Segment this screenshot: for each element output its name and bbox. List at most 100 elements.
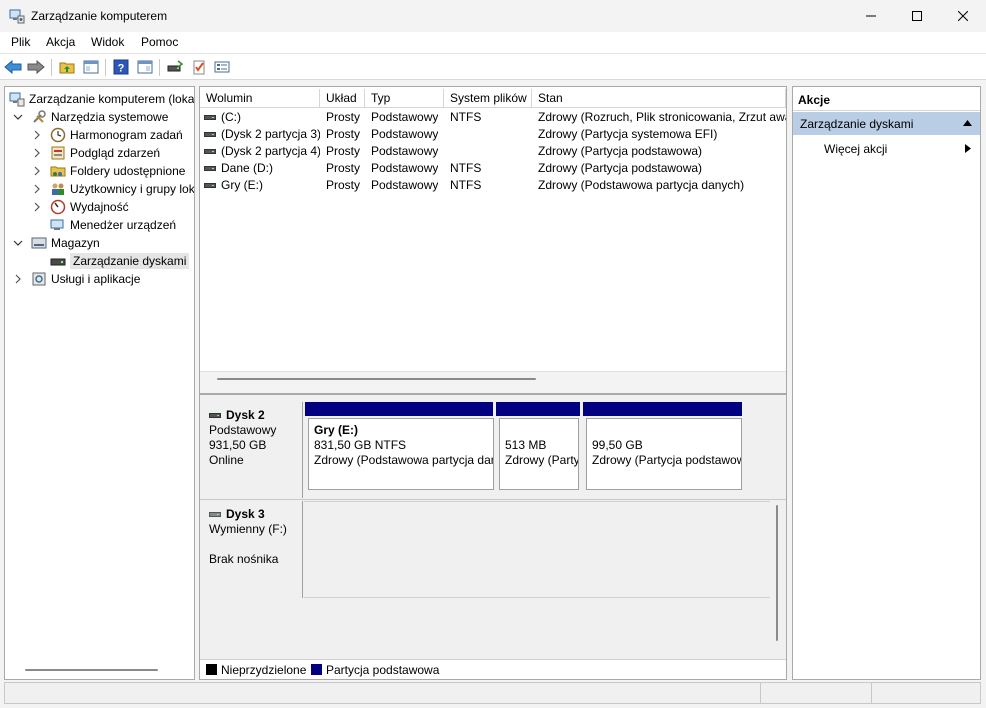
- disk-3-info[interactable]: Dysk 3 Wymienny (F:) Brak nośnika: [200, 501, 303, 598]
- tree-item-root[interactable]: Zarządzanie komputerem (lokalny): [9, 90, 194, 108]
- tree-item-event-viewer[interactable]: Podgląd zdarzeń: [32, 144, 160, 162]
- disk-icon: [209, 413, 221, 419]
- console-tree-icon: [83, 60, 99, 74]
- table-row[interactable]: Dane (D:) Prosty Podstawowy NTFS Zdrowy …: [200, 160, 786, 177]
- tree-item-device-manager[interactable]: Menedżer urządzeń: [50, 216, 176, 234]
- more-actions-item[interactable]: Więcej akcji: [824, 142, 887, 156]
- type-cell: Podstawowy: [371, 178, 439, 192]
- fs-cell: NTFS: [450, 161, 482, 175]
- disk-map-vertical-scrollbar[interactable]: [776, 505, 778, 641]
- disk-divider: [200, 499, 786, 500]
- minimize-button[interactable]: [848, 0, 894, 32]
- disk-state: Online: [209, 453, 244, 467]
- menu-action[interactable]: Akcja: [46, 35, 75, 49]
- back-button[interactable]: [4, 58, 22, 76]
- table-row[interactable]: (Dysk 2 partycja 3) Prosty Podstawowy Zd…: [200, 126, 786, 143]
- disk-2-partitions: Gry (E:) 831,50 GB NTFS Zdrowy (Podstawo…: [304, 402, 745, 498]
- column-header-volume[interactable]: Wolumin: [200, 89, 320, 108]
- partition-efi[interactable]: 513 MB Zdrowy (Partycja systemowa EFI): [499, 418, 579, 490]
- forward-arrow-icon: [27, 60, 45, 74]
- disk-2-info[interactable]: Dysk 2 Podstawowy 931,50 GB Online: [200, 402, 303, 498]
- table-row[interactable]: Gry (E:) Prosty Podstawowy NTFS Zdrowy (…: [200, 177, 786, 194]
- disk-2-name-row: Dysk 2: [209, 408, 293, 423]
- fs-cell: NTFS: [450, 178, 482, 192]
- chevron-right-icon[interactable]: [13, 274, 23, 284]
- actions-section-label: Zarządzanie dyskami: [800, 117, 914, 131]
- partition-size: 513 MB: [505, 438, 547, 452]
- chevron-right-icon[interactable]: [32, 184, 42, 194]
- layout-cell: Prosty: [326, 110, 361, 124]
- check-button[interactable]: [190, 58, 208, 76]
- show-action-pane-button[interactable]: [136, 58, 154, 76]
- connect-disk-button[interactable]: [166, 58, 184, 76]
- tree-label: Wydajność: [70, 200, 129, 214]
- disk-connect-icon: [167, 60, 183, 72]
- column-header-filesystem[interactable]: System plików: [444, 89, 532, 108]
- legend-unallocated-label: Nieprzydzielone: [221, 663, 307, 677]
- back-arrow-icon: [4, 60, 22, 74]
- chevron-right-icon[interactable]: [32, 202, 42, 212]
- tree-label: Harmonogram zadań: [70, 128, 183, 142]
- maximize-button[interactable]: [894, 0, 940, 32]
- tree-item-disk-management[interactable]: Zarządzanie dyskami: [50, 252, 190, 270]
- legend-primary-swatch: [311, 664, 322, 675]
- menu-file[interactable]: Plik: [11, 35, 30, 49]
- volume-cell: Gry (E:): [204, 178, 320, 192]
- tree-horizontal-scrollbar[interactable]: [25, 669, 158, 671]
- column-header-layout[interactable]: Układ: [320, 89, 365, 108]
- close-icon: [958, 11, 968, 21]
- disk-3-empty-area: [304, 501, 770, 598]
- chevron-right-icon[interactable]: [32, 130, 42, 140]
- maximize-icon: [912, 11, 922, 21]
- partition-gry-e[interactable]: Gry (E:) 831,50 GB NTFS Zdrowy (Podstawo…: [308, 418, 494, 490]
- legend-primary-label: Partycja podstawowa: [326, 663, 440, 677]
- tree-item-system-tools[interactable]: Narzędzia systemowe: [13, 108, 168, 126]
- properties-button[interactable]: [213, 58, 231, 76]
- layout-cell: Prosty: [326, 178, 361, 192]
- partition-status: Zdrowy (Partycja podstawowa): [592, 453, 742, 467]
- chevron-down-icon[interactable]: [13, 238, 23, 248]
- console-tree: Zarządzanie komputerem (lokalny) Narzędz…: [4, 86, 195, 680]
- volume-list-horizontal-scrollbar[interactable]: [217, 378, 536, 380]
- up-one-level-button[interactable]: [58, 58, 76, 76]
- tree-item-services-apps[interactable]: Usługi i aplikacje: [13, 270, 140, 288]
- computer-management-icon: [9, 8, 25, 24]
- column-header-status[interactable]: Stan: [532, 89, 786, 108]
- tree-item-shared-folders[interactable]: Foldery udostępnione: [32, 162, 185, 180]
- partition-name: [592, 423, 736, 438]
- folder-up-icon: [59, 62, 75, 74]
- minimize-icon: [866, 15, 876, 17]
- drive-icon: [204, 115, 216, 121]
- table-row[interactable]: (Dysk 2 partycja 4) Prosty Podstawowy Zd…: [200, 143, 786, 160]
- partition-primary[interactable]: 99,50 GB Zdrowy (Partycja podstawowa): [586, 418, 742, 490]
- toolbar-separator: [51, 59, 52, 76]
- toolbar: ?: [0, 53, 986, 80]
- partition-status: Zdrowy (Partycja systemowa EFI): [505, 453, 579, 467]
- chevron-right-icon[interactable]: [32, 166, 42, 176]
- action-pane-icon: [137, 60, 153, 74]
- drive-icon: [204, 183, 216, 189]
- forward-button[interactable]: [27, 58, 45, 76]
- actions-section-disk-management[interactable]: Zarządzanie dyskami: [793, 112, 980, 135]
- tree-item-storage[interactable]: Magazyn: [13, 234, 100, 252]
- tree-label: Zarządzanie dyskami: [70, 253, 190, 269]
- close-button[interactable]: [940, 0, 986, 32]
- partition-bar: [305, 402, 493, 416]
- tree-item-performance[interactable]: Wydajność: [32, 198, 129, 216]
- partition-size: 831,50 GB NTFS: [314, 438, 407, 452]
- show-hide-tree-button[interactable]: [82, 58, 100, 76]
- table-row[interactable]: (C:) Prosty Podstawowy NTFS Zdrowy (Rozr…: [200, 109, 786, 126]
- menu-view[interactable]: Widok: [91, 35, 124, 49]
- actions-header: Akcje: [793, 87, 980, 111]
- help-button[interactable]: ?: [112, 58, 130, 76]
- chevron-down-icon[interactable]: [13, 112, 23, 122]
- chevron-right-icon[interactable]: [32, 148, 42, 158]
- column-header-type[interactable]: Typ: [365, 89, 444, 108]
- menu-help[interactable]: Pomoc: [141, 35, 178, 49]
- shared-folder-icon: [50, 163, 66, 179]
- tree-item-task-scheduler[interactable]: Harmonogram zadań: [32, 126, 183, 144]
- disk-type: Wymienny (F:): [209, 522, 287, 536]
- volume-cell: (C:): [204, 110, 320, 124]
- more-actions-label: Więcej akcji: [824, 142, 888, 156]
- tree-item-users-groups[interactable]: Użytkownicy i grupy lokalne: [32, 180, 194, 198]
